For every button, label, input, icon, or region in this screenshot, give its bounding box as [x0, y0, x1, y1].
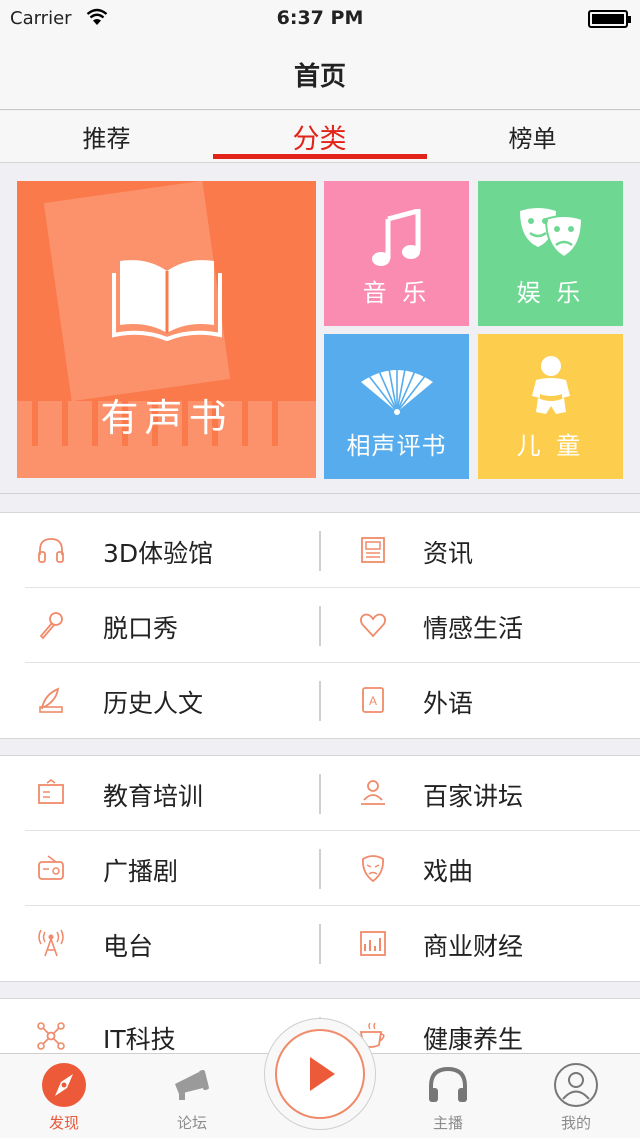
radio-icon: [38, 855, 64, 880]
megaphone-icon: [175, 1069, 209, 1100]
opera-mask-icon: [362, 855, 384, 883]
category-news[interactable]: 资讯: [320, 513, 640, 588]
tile-audiobook[interactable]: 有声书: [17, 181, 316, 478]
category-education[interactable]: 教育培训: [0, 756, 320, 831]
status-time: 6:37 PM: [276, 7, 364, 29]
tile-crosstalk[interactable]: 相声评书: [324, 334, 469, 479]
category-label: 历史人文: [103, 689, 204, 718]
tab-discover[interactable]: 发现: [0, 1062, 128, 1133]
tab-forum[interactable]: 论坛: [128, 1062, 256, 1133]
tile-kids[interactable]: 儿 童: [478, 334, 623, 479]
category-label: 3D体验馆: [103, 539, 214, 568]
featured-categories: 有声书 音 乐 娱 乐 相声评书 儿 童: [0, 164, 640, 494]
tab-forum-label: 论坛: [176, 1114, 207, 1132]
category-label: 戏曲: [423, 857, 474, 886]
tab-anchor[interactable]: 主播: [384, 1062, 512, 1133]
category-label: 脱口秀: [103, 614, 179, 643]
open-book-icon: [111, 260, 222, 342]
category-list-1: 3D体验馆 资讯 脱口秀 情感生活 历史人文 A 外语: [0, 512, 640, 739]
heart-icon: [359, 613, 387, 638]
tile-music[interactable]: 音 乐: [324, 181, 469, 326]
baby-icon: [531, 356, 570, 414]
tile-kids-label: 儿 童: [516, 432, 585, 460]
list-row: 脱口秀 情感生活: [0, 588, 640, 663]
category-label: 情感生活: [423, 614, 524, 643]
category-label: 外语: [423, 689, 474, 718]
microphone-icon: [39, 612, 63, 640]
category-radio-station[interactable]: 电台: [0, 906, 320, 981]
tile-audiobook-label: 有声书: [100, 396, 233, 440]
antenna-icon: [38, 929, 64, 957]
network-icon: [37, 1022, 65, 1050]
category-label: 百家讲坛: [423, 782, 524, 811]
quill-icon: [39, 687, 63, 713]
tile-entertainment-label: 娱 乐: [516, 279, 585, 307]
dictionary-icon: A: [362, 687, 384, 713]
category-lecture-forum[interactable]: 百家讲坛: [320, 756, 640, 831]
list-row: 电台 商业财经: [0, 906, 640, 981]
category-foreign-language[interactable]: A 外语: [320, 663, 640, 738]
category-label: 电台: [103, 932, 154, 961]
category-business[interactable]: 商业财经: [320, 906, 640, 981]
battery-icon: [588, 10, 631, 28]
category-radio-drama[interactable]: 广播剧: [0, 831, 320, 906]
tab-mine-label: 我的: [560, 1114, 591, 1132]
category-label: 广播剧: [103, 857, 179, 886]
list-row: 3D体验馆 资讯: [0, 513, 640, 588]
tile-music-label: 音 乐: [362, 279, 431, 307]
category-emotional-life[interactable]: 情感生活: [320, 588, 640, 663]
newspaper-icon: [361, 537, 385, 563]
category-label: 商业财经: [423, 932, 524, 961]
status-bar: Carrier 6:37 PM: [0, 0, 640, 40]
svg-text:A: A: [369, 694, 377, 708]
play-button-container: [264, 1018, 376, 1130]
list-row: 广播剧 戏曲: [0, 831, 640, 906]
blackboard-icon: [38, 779, 64, 804]
tab-anchor-label: 主播: [432, 1114, 463, 1132]
category-label: 资讯: [423, 539, 474, 568]
list-row: 教育培训 百家讲坛: [0, 756, 640, 831]
category-3d-experience[interactable]: 3D体验馆: [0, 513, 320, 588]
list-row: 历史人文 A 外语: [0, 663, 640, 738]
category-talk-show[interactable]: 脱口秀: [0, 588, 320, 663]
folding-fan-icon: [360, 368, 433, 415]
category-label: 教育培训: [103, 782, 204, 811]
tile-crosstalk-label: 相声评书: [346, 432, 447, 460]
category-list-2: 教育培训 百家讲坛 广播剧 戏曲 电台 商业财经: [0, 755, 640, 982]
music-note-icon: [371, 209, 420, 266]
headphones-icon: [38, 538, 64, 563]
category-history[interactable]: 历史人文: [0, 663, 320, 738]
active-tab-indicator: [213, 154, 427, 159]
tab-mine[interactable]: 我的: [512, 1062, 640, 1133]
play-button[interactable]: [275, 1029, 365, 1119]
lecturer-icon: [361, 780, 385, 805]
tile-entertainment[interactable]: 娱 乐: [478, 181, 623, 326]
theater-masks-icon: [519, 208, 583, 259]
navigation-bar: 首页: [0, 40, 640, 110]
tab-rankings[interactable]: 榜单: [426, 119, 639, 154]
play-icon: [310, 1057, 335, 1091]
category-opera[interactable]: 戏曲: [320, 831, 640, 906]
headphones-icon: [429, 1066, 467, 1102]
tab-categories[interactable]: 分类: [213, 117, 426, 156]
bar-chart-icon: [360, 931, 386, 956]
category-label: IT科技: [103, 1025, 176, 1054]
tab-discover-label: 发现: [48, 1114, 79, 1132]
page-title: 首页: [293, 62, 346, 92]
tab-recommend[interactable]: 推荐: [0, 119, 213, 154]
user-avatar-icon: [554, 1063, 598, 1107]
category-label: 健康养生: [423, 1025, 524, 1054]
compass-icon: [42, 1063, 86, 1107]
